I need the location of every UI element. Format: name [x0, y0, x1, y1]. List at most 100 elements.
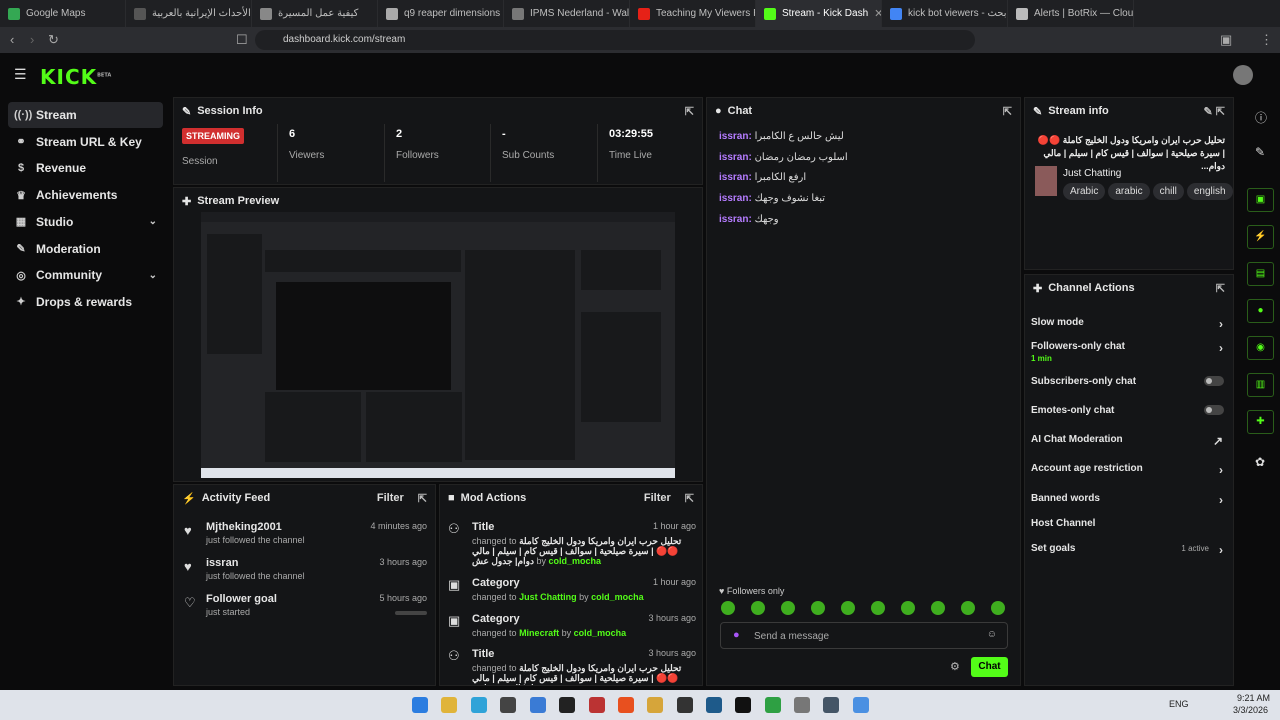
mod-user[interactable]: cold_mocha	[574, 628, 627, 638]
chevron-right-icon[interactable]: ›	[1219, 341, 1223, 355]
stream-tag[interactable]: english	[1186, 183, 1233, 200]
emote-icon[interactable]	[991, 601, 1005, 615]
info-icon[interactable]: ⓘ	[1255, 109, 1267, 126]
browser-tab[interactable]: kick bot viewers - بحث Go	[882, 0, 1008, 27]
clock-date[interactable]: 3/3/2026	[1233, 705, 1268, 715]
terminal-icon[interactable]	[559, 697, 575, 713]
browser-tab[interactable]: Google Maps	[0, 0, 126, 27]
stream-tag[interactable]: chill	[1152, 183, 1184, 200]
mod-user[interactable]: cold_mocha	[591, 592, 644, 602]
emote-icon[interactable]	[751, 601, 765, 615]
app-icon[interactable]	[853, 697, 869, 713]
layout-button[interactable]: ▥	[1247, 373, 1274, 397]
pencil-icon[interactable]: ✎	[1255, 145, 1265, 159]
chat-input[interactable]: ● Send a message ☺	[720, 622, 1008, 649]
channel-action-slow-mode[interactable]: Slow mode ›	[1031, 317, 1223, 331]
app-icon[interactable]	[794, 697, 810, 713]
obs-icon[interactable]	[735, 697, 751, 713]
chevron-right-icon[interactable]: ›	[1219, 463, 1223, 477]
channel-action-banned-words[interactable]: Banned words ›	[1031, 493, 1223, 507]
popout-icon[interactable]: ⇱	[1216, 282, 1225, 295]
clock-time[interactable]: 9:21 AM	[1237, 693, 1270, 703]
close-icon[interactable]: ✕	[874, 7, 881, 20]
app-icon[interactable]	[530, 697, 546, 713]
emoji-icon[interactable]: ☺	[987, 629, 997, 640]
channel-action-account-age-restriction[interactable]: Account age restriction ›	[1031, 463, 1223, 477]
emote-icon[interactable]	[721, 601, 735, 615]
channel-action-set-goals[interactable]: Set goals 1 active ›	[1031, 543, 1223, 557]
forward-icon[interactable]: ›	[30, 32, 34, 47]
sidebar-item-achievements[interactable]: ♛ Achievements	[8, 182, 163, 208]
avatar[interactable]	[1233, 65, 1253, 85]
chat-button[interactable]: ●	[1247, 299, 1274, 323]
popout-icon[interactable]: ⇱	[685, 105, 694, 118]
stream-tag[interactable]: Arabic	[1063, 183, 1106, 200]
chevron-right-icon[interactable]: ›	[1219, 317, 1223, 331]
popout-icon[interactable]: ⇱	[1003, 105, 1012, 118]
emote-icon[interactable]	[811, 601, 825, 615]
mod-filter-button[interactable]: Filter	[644, 492, 671, 504]
toggle-switch[interactable]	[1204, 405, 1224, 415]
app-icon[interactable]	[677, 697, 693, 713]
sidebar-item-moderation[interactable]: ✎ Moderation	[8, 236, 163, 262]
chat-username[interactable]: issran:	[719, 214, 752, 225]
app-icon[interactable]	[589, 697, 605, 713]
sidebar-item-stream-url-key[interactable]: ⚭ Stream URL & Key	[8, 129, 163, 155]
puzzle-icon[interactable]: ✿	[1255, 455, 1265, 469]
chevron-down-icon[interactable]: ⌄	[149, 270, 157, 281]
chat-send-button[interactable]: Chat	[971, 657, 1008, 677]
language-indicator[interactable]: ENG	[1169, 699, 1189, 709]
activity-filter-button[interactable]: Filter	[377, 492, 404, 504]
brave-icon[interactable]	[618, 697, 634, 713]
channel-action-emotes-only-chat[interactable]: Emotes-only chat	[1031, 405, 1224, 416]
mod-user[interactable]: cold_mocha	[549, 556, 602, 566]
bookmark-icon[interactable]: ☐	[236, 32, 248, 48]
popout-icon[interactable]: ⇱	[418, 492, 427, 505]
emote-icon[interactable]	[841, 601, 855, 615]
sidebar-item-drops-rewards[interactable]: ✦ Drops & rewards	[8, 289, 163, 315]
browser-tab[interactable]: Alerts | BotRix — Cloud St	[1008, 0, 1134, 27]
menu-icon[interactable]: ⋮	[1260, 32, 1273, 48]
gear-icon[interactable]: ⚙	[950, 660, 960, 673]
app-icon[interactable]	[823, 697, 839, 713]
external-link-icon[interactable]: ↗	[1213, 434, 1223, 448]
emote-icon[interactable]	[871, 601, 885, 615]
list-button[interactable]: ▤	[1247, 262, 1274, 286]
app-icon[interactable]	[500, 697, 516, 713]
stream-preview-video[interactable]	[201, 212, 675, 478]
tools-button[interactable]: ✚	[1247, 410, 1274, 434]
browser-tab[interactable]: Teaching My Viewers How	[630, 0, 756, 27]
toggle-switch[interactable]	[1204, 376, 1224, 386]
edit-icon[interactable]: ✎ ⇱	[1204, 105, 1226, 118]
popout-icon[interactable]: ⇱	[685, 492, 694, 505]
mic-icon[interactable]: ●	[733, 629, 740, 641]
chat-username[interactable]: issran:	[719, 152, 752, 163]
chat-username[interactable]: issran:	[719, 131, 752, 142]
address-bar[interactable]: dashboard.kick.com/stream	[255, 30, 975, 50]
channel-action-ai-chat-moderation[interactable]: AI Chat Moderation ↗	[1031, 434, 1223, 448]
chevron-right-icon[interactable]: ›	[1219, 493, 1223, 507]
sidebar-item-revenue[interactable]: $ Revenue	[8, 155, 163, 181]
camera-button[interactable]: ▣	[1247, 188, 1274, 212]
sidebar-item-stream[interactable]: ((·)) Stream	[8, 102, 163, 128]
app-icon[interactable]	[647, 697, 663, 713]
emote-icon[interactable]	[781, 601, 795, 615]
back-icon[interactable]: ‹	[10, 32, 14, 47]
sidebar-item-studio[interactable]: ▦ Studio ⌄	[8, 209, 163, 235]
browser-tab[interactable]: الأحداث الإيرانية بالعربية (@	[126, 0, 252, 27]
app-icon[interactable]	[706, 697, 722, 713]
browser-tab[interactable]: Stream - Kick Dash ✕	[756, 0, 882, 27]
browser-tab[interactable]: IPMS Nederland - Walk ar...	[504, 0, 630, 27]
emote-icon[interactable]	[961, 601, 975, 615]
start-icon[interactable]	[412, 697, 428, 713]
explorer-icon[interactable]	[441, 697, 457, 713]
emote-icon[interactable]	[901, 601, 915, 615]
edge-icon[interactable]	[471, 697, 487, 713]
browser-tab[interactable]: كيفية عمل المسيرة	[252, 0, 378, 27]
chat-username[interactable]: issran:	[719, 193, 752, 204]
stream-tag[interactable]: arabic	[1108, 183, 1150, 200]
channel-action-followers-only-chat[interactable]: Followers-only chat 1 min ›	[1031, 341, 1223, 363]
channel-action-host-channel[interactable]: Host Channel	[1031, 518, 1221, 529]
kick-logo[interactable]: KICKBETA	[40, 65, 111, 89]
hamburger-icon[interactable]: ☰	[14, 66, 27, 83]
